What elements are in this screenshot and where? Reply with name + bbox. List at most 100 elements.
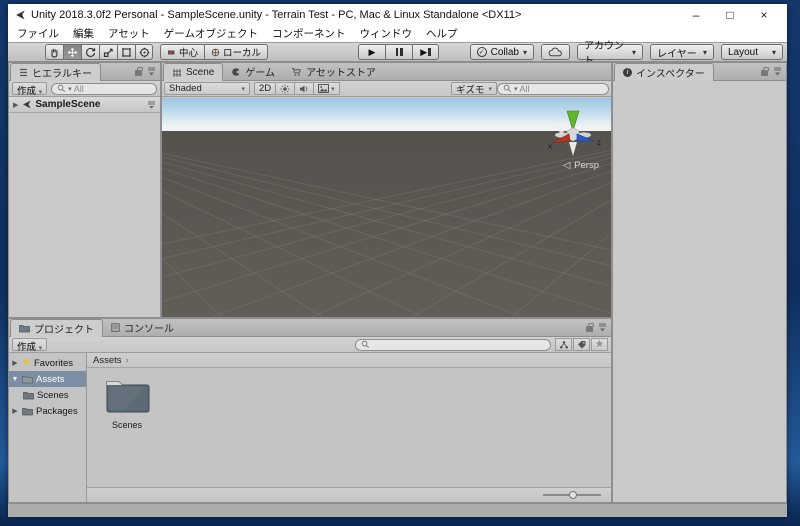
disclosure-icon[interactable]: ▼ [11,376,19,383]
unity-window: Unity 2018.3.0f2 Personal - SampleScene.… [8,4,787,517]
search-by-label-button[interactable] [573,338,590,351]
minimize-button[interactable]: – [679,5,713,25]
hierarchy-scene-row[interactable]: ▶ SampleScene [9,97,160,113]
project-search-input[interactable] [355,338,551,351]
transform-combined-tool-button[interactable] [135,44,153,60]
lighting-toggle-button[interactable] [276,82,296,95]
tree-item-label: Assets [36,373,65,385]
project-create-button[interactable]: 作成 ▾ [12,338,48,353]
tab-project[interactable]: プロジェクト [10,319,103,337]
disclosure-icon[interactable]: ▶ [11,359,19,367]
tree-item-label: Scenes [37,389,69,401]
layers-dropdown[interactable]: レイヤー ▾ [650,44,714,60]
pause-button[interactable] [385,44,412,60]
axis-negative-y-cone[interactable] [569,142,577,156]
pivot-space-toggles: 中心 ローカル [160,44,269,60]
menu-component[interactable]: コンポーネント [265,26,353,42]
chevron-down-icon: ▾ [38,345,43,352]
folder-icon [22,375,33,383]
collab-label: Collab [490,46,519,58]
tree-item-scenes[interactable]: Scenes [9,387,86,403]
tree-item-label: Packages [36,405,78,417]
title-bar[interactable]: Unity 2018.3.0f2 Personal - SampleScene.… [8,4,787,26]
project-content: Assets › Scenes [87,353,611,502]
hierarchy-list-icon [20,68,27,77]
project-files-area[interactable]: Scenes [87,368,611,487]
tab-game[interactable]: ゲーム [223,63,283,80]
lock-icon[interactable] [586,322,594,332]
effects-dropdown-button[interactable]: ▾ [314,82,340,95]
menu-file[interactable]: ファイル [10,26,66,42]
project-filter-icons: ★ [555,338,608,351]
layout-dropdown[interactable]: Layout ▾ [721,44,783,60]
tree-item-packages[interactable]: ▶ Packages [9,403,86,419]
rect-tool-button[interactable] [117,44,135,60]
tab-asset-store[interactable]: アセットストア [283,63,384,80]
cloud-services-button[interactable] [541,44,570,60]
draw-mode-dropdown[interactable]: Shaded ▾ [164,82,250,95]
panel-menu-icon[interactable] [147,67,156,76]
rotate-tool-button[interactable] [81,44,99,60]
breadcrumb[interactable]: Assets › [87,353,611,368]
panel-menu-icon[interactable] [773,67,782,76]
menu-help[interactable]: ヘルプ [419,26,465,42]
perspective-mode-label[interactable]: ◁ Persp [563,160,599,171]
collab-dropdown[interactable]: ✓ Collab ▾ [469,44,534,60]
hierarchy-body[interactable] [9,113,160,317]
maximize-button[interactable]: □ [713,5,747,25]
asset-tile-scenes[interactable]: Scenes [95,374,159,430]
slider-thumb[interactable] [569,491,577,499]
tab-hierarchy[interactable]: ヒエラルキー [10,63,101,81]
tree-item-assets[interactable]: ▼ Assets [9,371,86,387]
project-tabstrip: プロジェクト コンソール [9,319,611,337]
move-tool-button[interactable] [63,44,81,60]
tab-scene-label: Scene [186,67,215,78]
account-dropdown[interactable]: アカウント ▾ [577,41,643,67]
chevron-down-icon: ▾ [631,47,636,57]
orientation-gizmo[interactable]: y x z [541,98,605,162]
tab-inspector[interactable]: i インスペクター [614,63,714,81]
tab-console[interactable]: コンソール [103,319,182,336]
hierarchy-tabstrip: ヒエラルキー [9,63,160,81]
scale-tool-button[interactable] [99,44,117,60]
space-toggle-button[interactable]: ローカル [204,44,269,60]
thumbnail-zoom-slider[interactable] [543,491,601,499]
tab-hierarchy-label: ヒエラルキー [32,69,92,80]
rotate-icon [86,47,96,57]
search-filter-arrow-icon: ▾ [514,85,518,93]
hierarchy-create-button[interactable]: 作成 ▾ [12,82,48,97]
hierarchy-search-placeholder: All [73,83,84,94]
tree-item-favorites[interactable]: ▶ ★ Favorites [9,355,86,371]
inspector-body[interactable] [613,81,786,502]
hierarchy-search-input[interactable]: ▾ All [51,82,157,95]
play-button[interactable]: ▶ [358,44,385,60]
scene-row-menu-icon[interactable] [147,100,156,109]
gizmos-dropdown[interactable]: ギズモ ▾ [450,82,497,96]
step-button[interactable]: ▶ [412,44,439,60]
menu-edit[interactable]: 編集 [66,26,101,42]
panel-menu-icon[interactable] [598,323,607,332]
audio-toggle-button[interactable] [295,82,315,95]
close-button[interactable]: × [747,5,781,25]
breadcrumb-assets[interactable]: Assets [93,355,122,366]
menu-window[interactable]: ウィンドウ [352,26,419,42]
scene-canvas[interactable]: y x z ◁ Persp [162,98,611,317]
unity-logo-icon [16,10,25,20]
hand-tool-button[interactable] [45,44,63,60]
disclosure-icon[interactable]: ▶ [11,407,19,415]
favorite-search-button[interactable]: ★ [591,338,608,351]
menu-assets[interactable]: アセット [101,26,157,42]
search-icon [361,340,370,349]
move-icon [67,47,78,57]
search-by-type-button[interactable] [555,338,572,351]
2d-toggle-button[interactable]: 2D [254,82,277,95]
lock-icon[interactable] [761,66,769,76]
menu-gameobject[interactable]: ゲームオブジェクト [157,26,265,42]
disclosure-icon[interactable]: ▶ [13,101,18,109]
lock-icon[interactable] [135,66,143,76]
scene-search-input[interactable]: ▾ All [497,82,609,95]
rect-icon [122,47,131,57]
pivot-toggle-button[interactable]: 中心 [160,44,205,60]
sun-icon [280,84,290,93]
tab-scene[interactable]: Scene [163,63,224,81]
